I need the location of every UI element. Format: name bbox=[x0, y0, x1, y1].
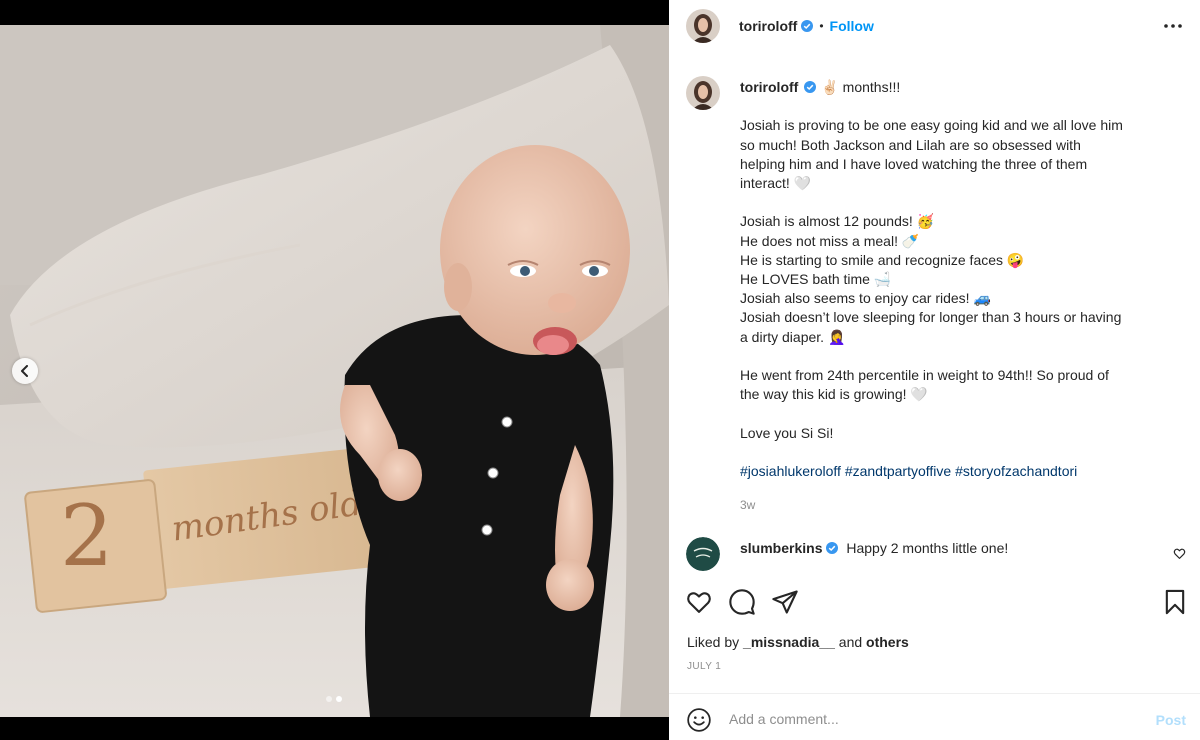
comment-input[interactable] bbox=[729, 707, 1129, 731]
post-panel: toriroloff • Follow toriroloff ✌🏻 months… bbox=[669, 0, 1200, 740]
caption-author-avatar[interactable] bbox=[686, 76, 720, 110]
caption-line: helping him and I have loved watching th… bbox=[740, 155, 1088, 172]
carousel-dot bbox=[326, 696, 332, 702]
comment-body: Happy 2 months little one! bbox=[846, 540, 1009, 556]
separator-dot: • bbox=[819, 19, 824, 33]
caption-line: so much! Both Jackson and Lilah are so o… bbox=[740, 136, 1081, 153]
liked-by-text: Liked by _missnadia__ and others bbox=[687, 634, 909, 650]
caption-line: the way this kid is growing! 🤍 bbox=[740, 386, 928, 403]
hashtag-line: #josiahlukeroloff #zandtpartyoffive #sto… bbox=[740, 462, 1180, 481]
save-bookmark-icon[interactable] bbox=[1161, 588, 1189, 616]
post-media: 2 months old bbox=[0, 0, 669, 740]
chevron-left-icon bbox=[21, 365, 28, 377]
liked-by-others[interactable]: others bbox=[866, 634, 909, 650]
caption-line: He went from 24th percentile in weight t… bbox=[740, 367, 1109, 383]
share-paper-plane-icon[interactable] bbox=[771, 588, 799, 616]
caption-line: Josiah is almost 12 pounds! 🥳 bbox=[740, 213, 935, 230]
caption-line: Josiah doesn’t love sleeping for longer … bbox=[740, 309, 1122, 326]
post-photo[interactable]: 2 months old bbox=[0, 25, 669, 717]
post-header: toriroloff • Follow bbox=[669, 0, 1200, 52]
liked-by-prefix: Liked by bbox=[687, 634, 740, 650]
verified-badge-icon bbox=[801, 20, 814, 32]
more-options-icon[interactable] bbox=[1162, 16, 1184, 36]
carousel-dots bbox=[326, 696, 342, 702]
comment-heart-icon[interactable] bbox=[1173, 547, 1186, 560]
comment-bubble-icon[interactable] bbox=[728, 588, 756, 616]
emoji-icon[interactable] bbox=[686, 707, 712, 733]
caption-title: months!!! bbox=[842, 79, 901, 95]
caption-first-line: toriroloff ✌🏻 months!!! bbox=[740, 78, 1180, 97]
verified-badge-icon bbox=[804, 81, 817, 93]
caption-line: Love you Si Si! bbox=[740, 424, 834, 441]
comment-content: slumberkins Happy 2 months little one! bbox=[740, 540, 1008, 556]
caption-author-username[interactable]: toriroloff bbox=[740, 79, 798, 95]
author-username[interactable]: toriroloff bbox=[739, 18, 797, 34]
commenter-avatar[interactable] bbox=[686, 537, 720, 571]
profile-picture bbox=[686, 9, 720, 43]
like-heart-icon[interactable] bbox=[685, 588, 713, 616]
caption-line: He LOVES bath time 🛁 bbox=[740, 271, 892, 287]
follow-button[interactable]: Follow bbox=[830, 18, 874, 34]
action-bar bbox=[669, 588, 1200, 622]
liked-by-and: and bbox=[838, 634, 863, 650]
card-number: 2 bbox=[60, 487, 113, 585]
add-comment-bar: Post bbox=[669, 693, 1200, 740]
comment-row: slumberkins Happy 2 months little one! bbox=[669, 537, 1200, 573]
hashtag-link[interactable]: #josiahlukeroloff bbox=[740, 463, 841, 479]
caption-line: Josiah is proving to be one easy going k… bbox=[740, 117, 1123, 134]
caption-line: Josiah also seems to enjoy car rides! 🚙 bbox=[740, 290, 991, 307]
post-comment-button[interactable]: Post bbox=[1156, 712, 1186, 728]
liked-by-user[interactable]: _missnadia__ bbox=[743, 634, 835, 650]
verified-badge-icon bbox=[826, 542, 839, 554]
previous-slide-button[interactable] bbox=[12, 358, 38, 384]
post-date[interactable]: JULY 1 bbox=[687, 661, 721, 672]
author-avatar[interactable] bbox=[686, 9, 720, 43]
commenter-username[interactable]: slumberkins bbox=[740, 540, 822, 556]
baby-photo-illustration: 2 months old bbox=[0, 25, 669, 717]
caption-line: He does not miss a meal! 🍼 bbox=[740, 232, 920, 249]
victory-hand-icon: ✌🏻 bbox=[821, 79, 839, 95]
caption-line: He is starting to smile and recognize fa… bbox=[740, 251, 1025, 268]
profile-picture bbox=[686, 76, 720, 110]
hashtag-link[interactable]: #storyofzachandtori bbox=[955, 463, 1077, 479]
caption-line: interact! 🤍 bbox=[740, 175, 812, 191]
caption-timestamp[interactable]: 3w bbox=[740, 498, 755, 512]
caption-text: toriroloff ✌🏻 months!!! Josiah is proving… bbox=[740, 78, 1180, 481]
caption-line: a dirty diaper. 🤦‍♀️ bbox=[740, 328, 846, 345]
carousel-dot-active bbox=[336, 696, 342, 702]
hashtag-link[interactable]: #zandtpartyoffive bbox=[845, 463, 951, 479]
slumberkins-logo bbox=[686, 537, 720, 571]
